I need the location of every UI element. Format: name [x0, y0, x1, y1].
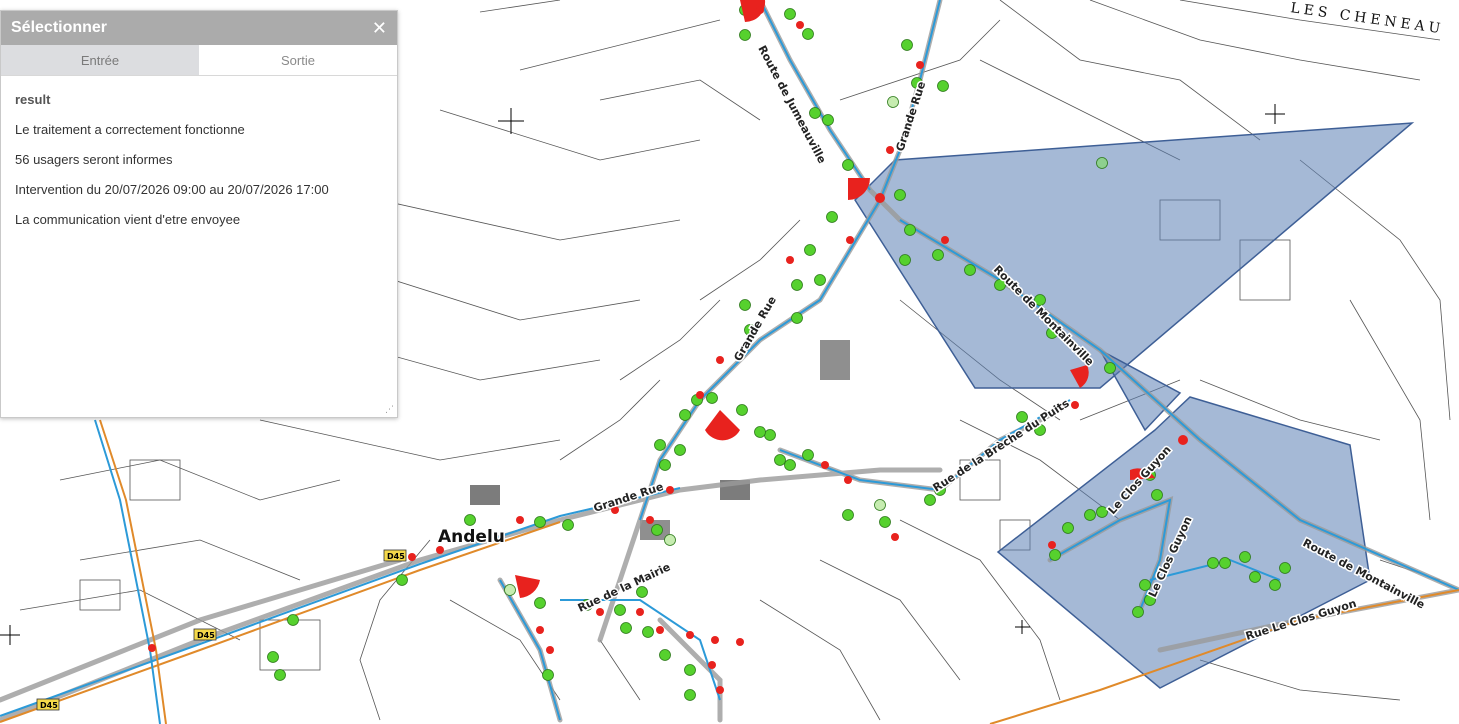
panel-header: Sélectionner ✕ — [1, 11, 397, 45]
svg-text:D45: D45 — [387, 552, 405, 561]
resize-handle-icon[interactable]: ⋰ — [384, 404, 394, 414]
locality-label: LES CHENEAU — [1289, 0, 1445, 37]
panel-title: Sélectionner — [11, 19, 108, 36]
road-shield: D45 — [36, 698, 60, 711]
close-icon[interactable]: ✕ — [372, 18, 387, 39]
result-message: Intervention du 20/07/2026 09:00 au 20/0… — [15, 182, 329, 197]
svg-text:D45: D45 — [40, 701, 58, 710]
tab-entree[interactable]: Entrée — [1, 45, 199, 75]
road-shield: D45 — [383, 549, 407, 562]
result-message: La communication vient d'etre envoyee — [15, 212, 241, 227]
road-label: Grande Rue — [893, 80, 928, 153]
road-label: Rue de la Brèche du Puits — [931, 396, 1072, 494]
tab-sortie[interactable]: Sortie — [199, 45, 397, 75]
svg-text:D45: D45 — [197, 631, 215, 640]
selection-polygons[interactable] — [854, 122, 1415, 689]
select-panel: Sélectionner ✕ Entrée Sortie result Le t… — [0, 10, 398, 418]
panel-tabs: Entrée Sortie — [1, 45, 397, 76]
result-message: 56 usagers seront informes — [15, 152, 173, 167]
result-message: Le traitement a correctement fonctionne — [15, 122, 245, 137]
result-label: result — [15, 92, 51, 107]
place-label: Andelu — [438, 527, 505, 547]
road-shield: D45 — [193, 628, 217, 641]
panel-body: result Le traitement a correctement fonc… — [1, 76, 397, 259]
road-label: Grande Rue — [731, 294, 779, 363]
